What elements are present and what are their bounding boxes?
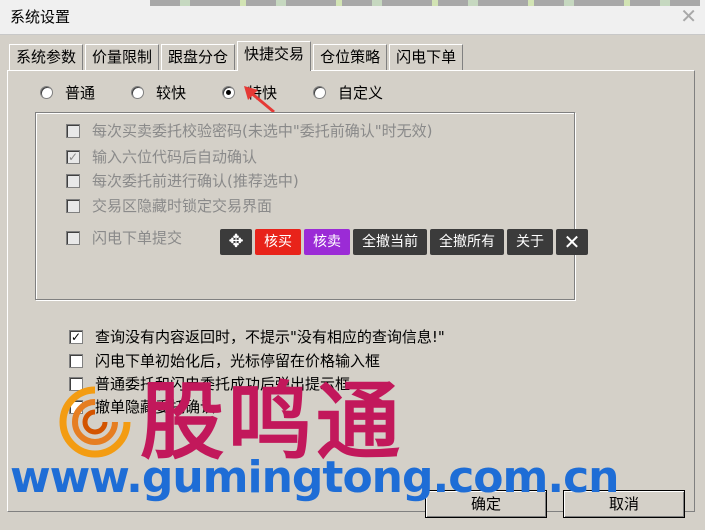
checkbox[interactable] (69, 353, 83, 368)
option-label: 交易区隐藏时锁定交易界面 (92, 197, 273, 215)
option-label: 撤单隐藏委托确认 (95, 398, 216, 416)
option-verify-password[interactable]: 每次买卖委托校验密码(未选中"委托前确认"时无效) (66, 120, 433, 141)
radio-custom[interactable]: 自定义 (313, 82, 383, 103)
red-arrow-annotation (244, 86, 275, 114)
verify-sell-button[interactable]: 核卖 (304, 229, 350, 255)
checkbox[interactable] (66, 230, 80, 245)
radio-dot-selected[interactable] (222, 86, 236, 99)
background-window-strip (150, 0, 700, 6)
checkbox[interactable] (66, 123, 80, 138)
tab-position-strategy[interactable]: 仓位策略 (313, 44, 388, 71)
tab-quick-trade[interactable]: 快捷交易 (237, 41, 312, 71)
option-confirm-before-order[interactable]: 每次委托前进行确认(推荐选中) (66, 170, 299, 191)
tab-flash-order[interactable]: 闪电下单 (389, 44, 464, 71)
speed-radio-group: 普通 较快 特快 自定义 (40, 82, 419, 103)
radio-dot[interactable] (313, 86, 327, 99)
checkbox[interactable] (69, 399, 83, 414)
tab-system-params[interactable]: 系统参数 (9, 44, 84, 71)
radio-dot[interactable] (40, 86, 53, 99)
close-icon[interactable]: ✕ (680, 4, 697, 28)
checkbox[interactable] (66, 173, 80, 188)
option-cancel-hide-confirm[interactable]: 撤单隐藏委托确认 (69, 396, 215, 417)
option-success-popup[interactable]: 普通委托和闪电委托成功后弹出提示框 (69, 373, 350, 394)
cancel-current-button[interactable]: 全撤当前 (353, 229, 427, 255)
ok-button[interactable]: 确定 (425, 490, 547, 518)
radio-label: 自定义 (338, 84, 384, 102)
tab-follow-split[interactable]: 跟盘分仓 (161, 44, 236, 71)
floating-trade-toolbar: ✥ 核买 核卖 全撤当前 全撤所有 关于 ✕ (220, 229, 588, 255)
option-label: 闪电下单提交 (92, 229, 183, 247)
option-flash-submit[interactable]: 闪电下单提交 (66, 227, 182, 248)
checkbox[interactable] (69, 376, 83, 391)
radio-label: 普通 (65, 84, 96, 102)
about-button[interactable]: 关于 (507, 229, 553, 255)
move-icon[interactable]: ✥ (220, 229, 252, 255)
option-label: 输入六位代码后自动确认 (92, 148, 258, 166)
tab-price-volume-limit[interactable]: 价量限制 (85, 44, 160, 71)
verify-buy-button[interactable]: 核买 (255, 229, 301, 255)
radio-fast[interactable]: 较快 (131, 82, 186, 103)
checkbox[interactable] (66, 198, 80, 213)
checkbox-checked[interactable]: ✓ (66, 149, 80, 164)
option-no-empty-query-prompt[interactable]: ✓ 查询没有内容返回时，不提示"没有相应的查询信息!" (69, 326, 445, 347)
window-title: 系统设置 (10, 8, 71, 26)
checkbox-checked[interactable]: ✓ (69, 329, 83, 344)
radio-label: 较快 (156, 84, 187, 102)
option-label: 每次委托前进行确认(推荐选中) (92, 172, 299, 190)
radio-dot[interactable] (131, 86, 145, 99)
option-label: 每次买卖委托校验密码(未选中"委托前确认"时无效) (92, 122, 433, 140)
option-label: 查询没有内容返回时，不提示"没有相应的查询信息!" (95, 328, 445, 346)
option-label: 闪电下单初始化后，光标停留在价格输入框 (95, 352, 381, 370)
cancel-button[interactable]: 取消 (563, 490, 685, 518)
option-label: 普通委托和闪电委托成功后弹出提示框 (95, 375, 351, 393)
option-cursor-price-field[interactable]: 闪电下单初始化后，光标停留在价格输入框 (69, 350, 380, 371)
title-bar: 系统设置 ✕ (0, 0, 705, 35)
cancel-all-button[interactable]: 全撤所有 (430, 229, 504, 255)
radio-normal[interactable]: 普通 (40, 82, 95, 103)
tab-bar: 系统参数 价量限制 跟盘分仓 快捷交易 仓位策略 闪电下单 (9, 41, 465, 71)
option-lock-when-hidden[interactable]: 交易区隐藏时锁定交易界面 (66, 195, 272, 216)
option-auto-confirm-code[interactable]: ✓ 输入六位代码后自动确认 (66, 146, 257, 167)
toolbar-close-icon[interactable]: ✕ (556, 229, 588, 255)
